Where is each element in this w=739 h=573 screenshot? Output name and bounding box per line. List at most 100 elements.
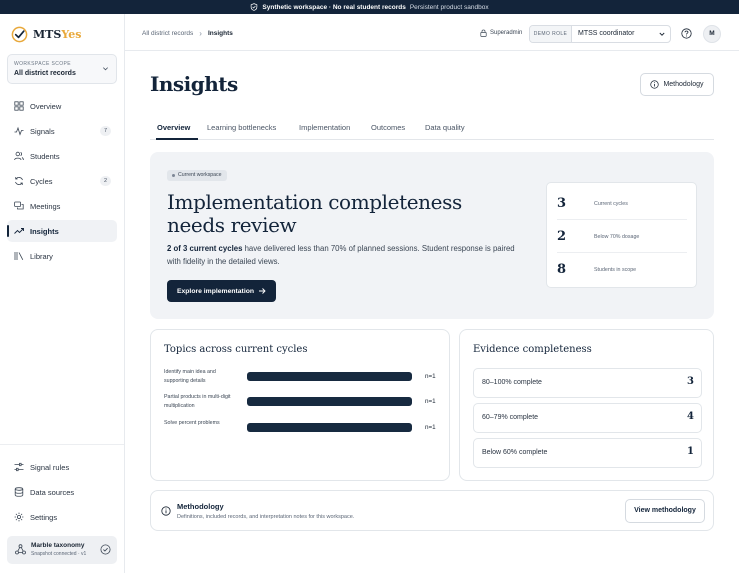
page-title: Insights [150, 72, 238, 96]
info-icon [650, 80, 660, 89]
gear-icon [14, 512, 24, 522]
stat-value: 2 [557, 229, 567, 244]
breadcrumb-root-link[interactable]: All district records [142, 30, 193, 37]
topics-card: Topics across current cycles Identify ma… [150, 329, 450, 481]
topic-row: Solve percent problems n=1 [164, 419, 444, 439]
stat-students-in-scope: 8 Students in scope [557, 252, 687, 285]
topic-label: Partial products in multi-digit multipli… [164, 394, 231, 409]
sidebar-item-label: Overview [30, 102, 62, 111]
topic-row: Identify main idea and supporting detail… [164, 368, 444, 388]
hero-panel: Current workspace Implementation complet… [150, 152, 714, 319]
workspace-chip: Current workspace [167, 170, 227, 181]
sidebar-item-meetings[interactable]: Meetings [7, 195, 117, 217]
sandbox-banner: Synthetic workspace · No real student re… [0, 0, 739, 14]
topic-bar-fill [247, 372, 412, 381]
methodology-title: Methodology [177, 502, 224, 511]
sidebar-item-label: Meetings [30, 202, 61, 211]
tab-outcomes[interactable]: Outcomes [371, 123, 405, 132]
taxonomy-status[interactable]: Marble taxonomy Snapshot connected · v1 [7, 536, 117, 564]
sidebar-item-label: Students [30, 152, 60, 161]
sidebar-item-insights[interactable]: Insights [7, 220, 117, 242]
insights-tabs: Overview Learning bottlenecks Implementa… [150, 117, 714, 140]
demo-role-select[interactable]: DEMO ROLE MTSS coordinator [529, 25, 671, 43]
sidebar: MTSYes WORKSPACE SCOPE All district reco… [0, 14, 125, 573]
taxonomy-title: Marble taxonomy [31, 542, 85, 549]
meetings-icon [14, 201, 24, 210]
sidebar-item-label: Library [30, 252, 53, 261]
explore-button-label: Explore implementation [176, 287, 255, 295]
workspace-scope-select[interactable]: WORKSPACE SCOPE All district records [7, 54, 117, 84]
evidence-label: 80–100% complete [482, 379, 542, 386]
topic-bar-track [247, 423, 412, 432]
methodology-button-label: Methodology [663, 81, 704, 88]
evidence-title: Evidence completeness [473, 344, 592, 355]
tab-data-quality[interactable]: Data quality [425, 123, 465, 132]
lock-icon [480, 29, 487, 37]
sidebar-item-data-sources[interactable]: Data sources [7, 481, 117, 503]
stat-label: Below 70% dosage [594, 234, 640, 240]
tab-learning-bottlenecks[interactable]: Learning bottlenecks [207, 123, 276, 132]
explore-implementation-button[interactable]: Explore implementation [167, 280, 276, 302]
sidebar-item-overview[interactable]: Overview [7, 95, 117, 117]
insights-icon [14, 228, 24, 234]
avatar[interactable]: M [703, 25, 721, 43]
sliders-icon [14, 462, 24, 472]
cycles-icon [15, 177, 23, 185]
logo-icon [11, 26, 28, 43]
evidence-row[interactable]: 80–100% complete 3 [473, 368, 702, 398]
topics-title: Topics across current cycles [164, 344, 308, 355]
sidebar-item-label: Data sources [30, 488, 75, 497]
sidebar-item-library[interactable]: Library [7, 245, 117, 267]
sidebar-item-label: Insights [30, 227, 59, 236]
sidebar-item-label: Signal rules [30, 463, 70, 472]
methodology-button[interactable]: Methodology [640, 73, 714, 96]
topic-count: n=1 [425, 424, 436, 431]
library-icon [14, 252, 24, 260]
superadmin-tag: Superadmin [480, 29, 522, 37]
top-bar: All district records › Insights Superadm… [125, 14, 739, 51]
active-tab-indicator [156, 138, 198, 140]
evidence-card: Evidence completeness 80–100% complete 3… [459, 329, 714, 481]
sidebar-item-label: Signals [30, 127, 55, 136]
scope-value: All district records [14, 70, 76, 77]
topic-count: n=1 [425, 398, 436, 405]
tab-implementation[interactable]: Implementation [299, 123, 350, 132]
arrow-right-icon [259, 288, 266, 294]
brand-logo[interactable]: MTSYes [11, 26, 81, 43]
superadmin-label: Superadmin [490, 30, 523, 36]
stat-value: 8 [557, 262, 567, 277]
sidebar-item-signals[interactable]: Signals 7 [7, 120, 117, 142]
banner-strong-text: Synthetic workspace · No real student re… [262, 3, 406, 11]
sidebar-item-label: Cycles [30, 177, 53, 186]
breadcrumb-separator: › [199, 29, 202, 38]
signals-icon [14, 126, 24, 136]
help-icon[interactable] [681, 28, 692, 39]
brand-name: MTSYes [33, 28, 82, 41]
taxonomy-subtitle: Snapshot connected · v1 [31, 551, 87, 557]
demo-role-label: DEMO ROLE [530, 26, 572, 42]
sidebar-item-cycles[interactable]: Cycles 2 [7, 170, 117, 192]
tab-overview[interactable]: Overview [157, 123, 190, 132]
evidence-row[interactable]: 60–79% complete 4 [473, 403, 702, 433]
sidebar-divider [0, 444, 124, 445]
sidebar-item-signal-rules[interactable]: Signal rules [7, 456, 117, 478]
info-icon [161, 506, 171, 516]
breadcrumb: All district records › Insights [142, 29, 233, 38]
chevron-down-icon [659, 32, 665, 36]
taxonomy-icon [15, 544, 26, 555]
stat-below-dosage: 2 Below 70% dosage [557, 219, 687, 252]
view-methodology-button[interactable]: View methodology [625, 499, 705, 523]
methodology-card: Methodology Definitions, included record… [150, 490, 714, 531]
sidebar-item-settings[interactable]: Settings [7, 506, 117, 528]
evidence-row[interactable]: Below 60% complete 1 [473, 438, 702, 468]
database-icon [14, 487, 24, 497]
methodology-subtitle: Definitions, included records, and inter… [177, 514, 355, 520]
chevron-down-icon [103, 67, 108, 71]
scope-label: WORKSPACE SCOPE [14, 61, 72, 67]
stat-label: Students in scope [594, 267, 637, 273]
topic-bar-fill [247, 423, 412, 432]
sidebar-item-students[interactable]: Students [7, 145, 117, 167]
check-circle-icon [100, 544, 111, 555]
stat-current-cycles: 3 Current cycles [557, 186, 687, 219]
students-icon [14, 151, 24, 161]
